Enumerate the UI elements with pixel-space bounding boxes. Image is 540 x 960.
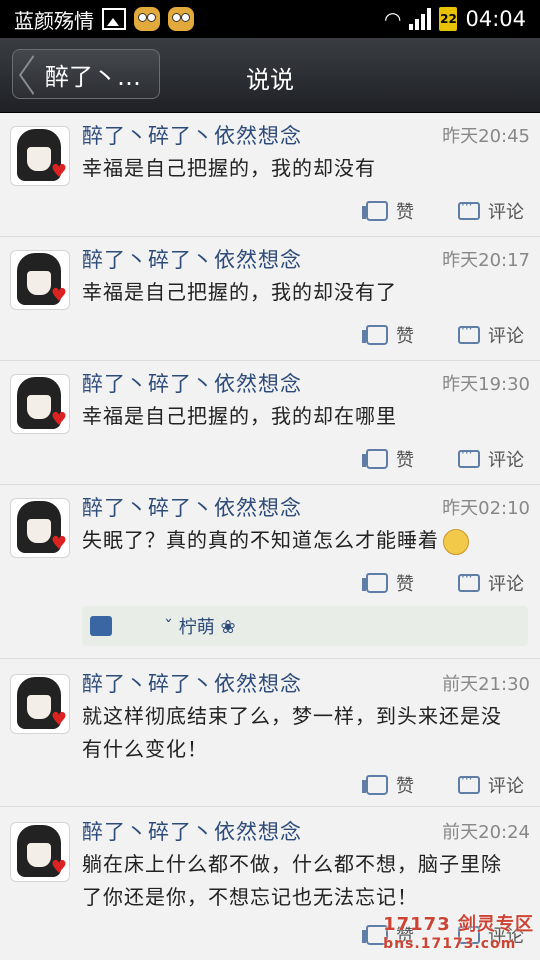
post-content: 幸福是自己把握的，我的却没有了 bbox=[82, 280, 397, 304]
battery-icon: 22 bbox=[439, 7, 458, 31]
like-icon bbox=[362, 325, 388, 345]
comment-icon bbox=[458, 570, 480, 592]
post-time: 前天21:30 bbox=[442, 674, 530, 695]
site-watermark: 17173 剑灵专区 bns.17173.com bbox=[383, 910, 534, 952]
like-label: 赞 bbox=[396, 326, 414, 347]
post-author[interactable]: 醉了丶碎了丶依然想念 bbox=[82, 492, 302, 522]
comment-button[interactable]: 评论 bbox=[458, 772, 524, 798]
like-button[interactable]: 赞 bbox=[362, 198, 414, 224]
comment-button[interactable]: 评论 bbox=[458, 322, 524, 348]
title-bar: 醉了丶… 说说 bbox=[0, 38, 540, 113]
comment-icon bbox=[458, 322, 480, 344]
comment-label: 评论 bbox=[488, 574, 524, 595]
like-label: 赞 bbox=[396, 450, 414, 471]
post-content-text: 失眠了？真的真的不知道怎么才能睡着 bbox=[82, 528, 439, 552]
owl-notification-icon-2 bbox=[168, 7, 194, 31]
owl-notification-icon bbox=[134, 7, 160, 31]
comment-icon bbox=[458, 198, 480, 220]
comment-icon bbox=[458, 446, 480, 468]
comment-button[interactable]: 评论 bbox=[458, 570, 524, 596]
post-time: 昨天02:10 bbox=[442, 498, 530, 519]
like-label: 赞 bbox=[396, 202, 414, 223]
confused-emoji-icon bbox=[443, 528, 469, 555]
avatar[interactable]: ♥ bbox=[10, 822, 70, 882]
comment-label: 评论 bbox=[488, 450, 524, 471]
wifi-icon: ◠ bbox=[384, 7, 402, 31]
liked-by-list[interactable]: ˇ 柠萌 ❀ bbox=[164, 613, 236, 639]
post-time: 昨天20:45 bbox=[442, 126, 530, 147]
avatar[interactable]: ♥ bbox=[10, 498, 70, 558]
post-item: ♥ 醉了丶碎了丶依然想念 昨天02:10 失眠了？真的真的不知道怎么才能睡着 赞… bbox=[0, 484, 540, 659]
post-time: 昨天19:30 bbox=[442, 374, 530, 395]
post-item: ♥ 醉了丶碎了丶依然想念 昨天19:30 幸福是自己把握的，我的却在哪里 赞 评… bbox=[0, 360, 540, 485]
post-item: ♥ 醉了丶碎了丶依然想念 昨天20:17 幸福是自己把握的，我的却没有了 赞 评… bbox=[0, 236, 540, 361]
comment-label: 评论 bbox=[488, 202, 524, 223]
post-time: 昨天20:17 bbox=[442, 250, 530, 271]
comment-button[interactable]: 评论 bbox=[458, 198, 524, 224]
likes-bar[interactable]: ˇ 柠萌 ❀ bbox=[82, 606, 528, 646]
like-label: 赞 bbox=[396, 776, 414, 797]
thumbs-up-icon bbox=[90, 616, 112, 636]
avatar[interactable]: ♥ bbox=[10, 374, 70, 434]
comment-label: 评论 bbox=[488, 326, 524, 347]
post-content: 幸福是自己把握的，我的却没有 bbox=[82, 156, 376, 180]
like-button[interactable]: 赞 bbox=[362, 446, 414, 472]
comment-button[interactable]: 评论 bbox=[458, 446, 524, 472]
post-author[interactable]: 醉了丶碎了丶依然想念 bbox=[82, 816, 302, 846]
like-button[interactable]: 赞 bbox=[362, 570, 414, 596]
avatar[interactable]: ♥ bbox=[10, 126, 70, 186]
clock: 04:04 bbox=[465, 7, 526, 31]
watermark-url: bns.17173.com bbox=[383, 936, 517, 952]
like-button[interactable]: 赞 bbox=[362, 772, 414, 798]
post-time: 前天20:24 bbox=[442, 822, 530, 843]
like-button[interactable]: 赞 bbox=[362, 322, 414, 348]
post-author[interactable]: 醉了丶碎了丶依然想念 bbox=[82, 120, 302, 150]
like-icon bbox=[362, 573, 388, 593]
comment-icon bbox=[458, 772, 480, 794]
image-icon bbox=[102, 8, 126, 30]
avatar[interactable]: ♥ bbox=[10, 674, 70, 734]
post-content: 失眠了？真的真的不知道怎么才能睡着 bbox=[82, 524, 522, 557]
watermark-title: 17173 剑灵专区 bbox=[383, 914, 534, 935]
like-icon bbox=[362, 775, 388, 795]
avatar[interactable]: ♥ bbox=[10, 250, 70, 310]
page-title: 说说 bbox=[246, 66, 294, 94]
like-icon bbox=[362, 201, 388, 221]
post-author[interactable]: 醉了丶碎了丶依然想念 bbox=[82, 368, 302, 398]
post-item: ♥ 醉了丶碎了丶依然想念 昨天20:45 幸福是自己把握的，我的却没有 赞 评论 bbox=[0, 112, 540, 237]
post-author[interactable]: 醉了丶碎了丶依然想念 bbox=[82, 668, 302, 698]
post-content: 躺在床上什么都不做，什么都不想，脑子里除了你还是你，不想忘记也无法忘记！ bbox=[82, 852, 502, 909]
post-author[interactable]: 醉了丶碎了丶依然想念 bbox=[82, 244, 302, 274]
like-label: 赞 bbox=[396, 574, 414, 595]
post-item: ♥ 醉了丶碎了丶依然想念 前天21:30 就这样彻底结束了么，梦一样，到头来还是… bbox=[0, 658, 540, 807]
comment-label: 评论 bbox=[488, 776, 524, 797]
post-content: 幸福是自己把握的，我的却在哪里 bbox=[82, 404, 397, 428]
like-icon bbox=[362, 449, 388, 469]
carrier-name: 蓝颜殇情 bbox=[14, 8, 94, 33]
status-bar: 蓝颜殇情 ◠ 22 04:04 bbox=[0, 0, 540, 38]
signal-icon bbox=[409, 8, 432, 30]
post-content: 就这样彻底结束了么，梦一样，到头来还是没有什么变化！ bbox=[82, 704, 502, 761]
